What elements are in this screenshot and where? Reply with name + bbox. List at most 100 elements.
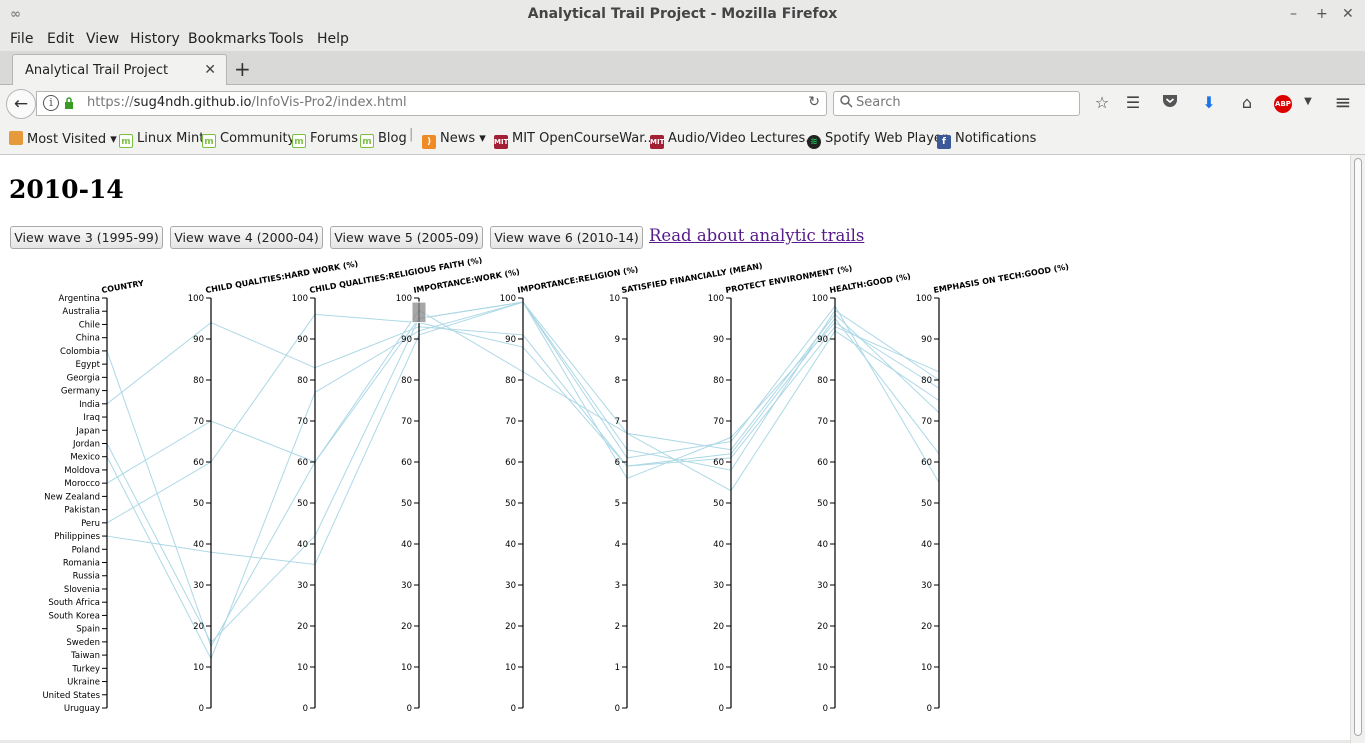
page-viewport: 2010-14 View wave 3 (1995-99) View wave … (0, 155, 1350, 740)
tick-label: Sweden (66, 638, 100, 648)
mit-icon: MIT (494, 135, 508, 149)
bookmark-news[interactable]: ) News ▾ (422, 131, 486, 149)
tick-label: Argentina (59, 294, 100, 304)
bookmark-spotify[interactable]: ≋ Spotify Web Player (807, 131, 947, 149)
axis-label: EMPHASIS ON TECH:GOOD (%) (933, 262, 1070, 295)
bookmark-blog[interactable]: m Blog (360, 131, 407, 148)
menu-file[interactable]: File (10, 31, 33, 47)
url-text[interactable]: https://sug4ndh.github.io/InfoVis-Pro2/i… (87, 95, 407, 110)
tick-label: 50 (401, 499, 412, 509)
back-button[interactable]: ← (6, 89, 36, 119)
tab-analytical-trail[interactable]: Analytical Trail Project ✕ (12, 54, 227, 86)
tick-label: 10 (817, 663, 828, 673)
new-tab-icon[interactable]: + (234, 57, 251, 81)
tick-label: 0 (615, 704, 620, 714)
tick-label: China (76, 334, 100, 344)
tick-label: 40 (401, 540, 412, 550)
tab-close-icon[interactable]: ✕ (204, 62, 216, 78)
tick-label: 100 (500, 294, 516, 304)
search-icon (840, 95, 853, 112)
menu-edit[interactable]: Edit (47, 31, 74, 47)
tick-label: 50 (193, 499, 204, 509)
search-box[interactable] (833, 91, 1080, 116)
menu-bookmarks[interactable]: Bookmarks (188, 31, 266, 47)
close-window-icon[interactable]: ✕ (1342, 0, 1354, 29)
info-icon[interactable]: i (43, 95, 59, 111)
tick-label: 100 (292, 294, 308, 304)
tick-label: 80 (297, 376, 308, 386)
tick-label: 0 (511, 704, 516, 714)
tick-label: 20 (401, 622, 412, 632)
mint-icon: m (360, 134, 374, 148)
lock-icon (64, 97, 74, 109)
page-heading: 2010-14 (9, 175, 124, 204)
tick-label: 70 (401, 417, 412, 427)
adblock-dropdown-icon[interactable]: ▼ (1298, 96, 1318, 107)
window-title: Analytical Trail Project - Mozilla Firef… (527, 6, 838, 22)
tick-label: Uruguay (64, 704, 100, 714)
tick-label: Spain (76, 625, 100, 635)
hamburger-menu-icon[interactable]: ≡ (1333, 90, 1353, 114)
reload-icon[interactable]: ↻ (808, 94, 820, 110)
tick-label: 7 (615, 417, 620, 427)
view-wave-5-button[interactable]: View wave 5 (2005-09) (330, 226, 483, 249)
vertical-scrollbar[interactable] (1350, 155, 1365, 743)
bookmark-av-lectures[interactable]: MIT Audio/Video Lectures... (650, 131, 818, 149)
view-wave-3-button[interactable]: View wave 3 (1995-99) (10, 226, 163, 249)
scrollbar-thumb[interactable] (1354, 158, 1362, 736)
tick-label: Georgia (67, 373, 100, 383)
axis-3: 0102030405060708090100IMPORTANCE:WORK (%… (396, 267, 521, 714)
menu-history[interactable]: History (130, 31, 180, 47)
menu-help[interactable]: Help (317, 31, 349, 47)
bookmark-most-visited[interactable]: Most Visited ▾ (9, 131, 117, 147)
tick-label: New Zealand (44, 492, 100, 502)
bookmark-forums[interactable]: m Forums (292, 131, 358, 148)
maximize-icon[interactable]: + (1316, 0, 1328, 29)
download-icon[interactable]: ⬇ (1199, 93, 1219, 112)
tick-label: 10 (401, 663, 412, 673)
tick-label: United States (42, 691, 100, 701)
tick-label: 90 (505, 335, 516, 345)
adblock-icon[interactable]: ABP (1274, 95, 1292, 113)
mint-icon: m (202, 134, 216, 148)
tick-label: 90 (921, 335, 932, 345)
reading-list-icon[interactable]: ☰ (1123, 93, 1143, 112)
mint-icon: m (292, 134, 306, 148)
bookmark-notifications[interactable]: f Notifications (937, 131, 1036, 149)
mint-icon: m (119, 134, 133, 148)
read-about-trails-link[interactable]: Read about analytic trails (649, 226, 864, 245)
tick-label: 50 (297, 499, 308, 509)
tick-label: 10 (505, 663, 516, 673)
view-wave-4-button[interactable]: View wave 4 (2000-04) (170, 226, 323, 249)
tick-label: 20 (297, 622, 308, 632)
view-wave-6-button[interactable]: View wave 6 (2010-14) (490, 226, 643, 249)
url-bar[interactable]: i https://sug4ndh.github.io/InfoVis-Pro2… (36, 91, 827, 116)
tick-label: 100 (396, 294, 412, 304)
tick-label: 70 (817, 417, 828, 427)
tick-label: 90 (193, 335, 204, 345)
bookmark-mit-ocw[interactable]: MIT MIT OpenCourseWar... (494, 131, 656, 149)
tick-label: 60 (297, 458, 308, 468)
pocket-icon[interactable] (1160, 93, 1180, 112)
minimize-icon[interactable]: – (1290, 0, 1297, 29)
axis-label: COUNTRY (101, 279, 145, 295)
home-icon[interactable]: ⌂ (1237, 93, 1257, 112)
tick-label: 30 (817, 581, 828, 591)
tick-label: Chile (79, 320, 100, 330)
tick-label: 1 (615, 663, 620, 673)
tick-label: 30 (921, 581, 932, 591)
menu-view[interactable]: View (86, 31, 119, 47)
bookmark-community[interactable]: m Community (202, 131, 295, 148)
tick-label: 10 (609, 294, 620, 304)
bookmark-star-icon[interactable]: ☆ (1092, 93, 1112, 112)
tick-label: 10 (713, 663, 724, 673)
bookmark-linux-mint[interactable]: m Linux Mint (119, 131, 204, 148)
menu-tools[interactable]: Tools (269, 31, 304, 47)
axis-label: CHILD QUALITIES:RELIGIOUS FAITH (%) (309, 256, 483, 295)
axis-5: 012345678910SATISFIED FINANCIALLY (MEAN) (609, 261, 763, 714)
search-input[interactable] (856, 95, 1066, 110)
brush-selection (411, 301, 427, 324)
tick-label: Romania (63, 559, 100, 569)
back-arrow-icon: ← (13, 94, 29, 114)
mit-icon: MIT (650, 135, 664, 149)
